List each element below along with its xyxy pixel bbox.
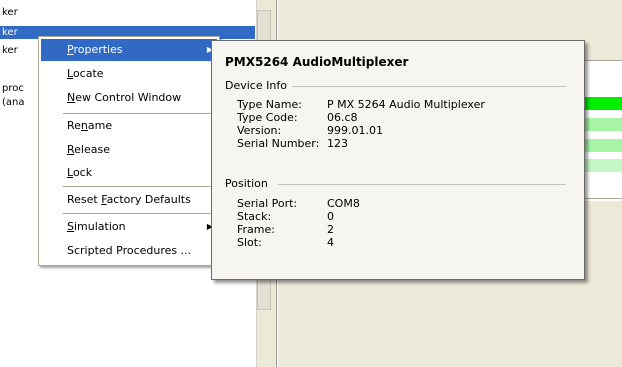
field-label: Version: bbox=[237, 124, 282, 137]
device-properties-tooltip: PMX5264 AudioMultiplexer Device Info Typ… bbox=[211, 40, 585, 280]
tree-item[interactable]: (ana bbox=[0, 96, 25, 109]
device-info-group-label: Device Info bbox=[225, 79, 287, 92]
field-label: Serial Number: bbox=[237, 137, 320, 150]
menu-item-label: Reset Factory Defaults bbox=[67, 193, 191, 206]
menu-item-rename[interactable]: Rename bbox=[41, 115, 217, 137]
context-menu: Properties ▶ Locate New Control Window R… bbox=[38, 36, 220, 266]
field-value: 123 bbox=[327, 137, 348, 150]
field-value: 999.01.01 bbox=[327, 124, 383, 137]
menu-item-label: Simulation bbox=[67, 220, 126, 233]
menu-item-simulation[interactable]: Simulation ▶ bbox=[41, 216, 217, 238]
field-label: Type Name: bbox=[237, 98, 302, 111]
field-label: Serial Port: bbox=[237, 197, 298, 210]
tree-item[interactable]: ker bbox=[0, 44, 18, 57]
menu-separator bbox=[63, 213, 217, 214]
tree-item[interactable]: proc bbox=[0, 82, 24, 95]
field-value: P MX 5264 Audio Multiplexer bbox=[327, 98, 485, 111]
field-label: Type Code: bbox=[237, 111, 298, 124]
menu-separator bbox=[63, 113, 217, 114]
field-value: 4 bbox=[327, 236, 334, 249]
menu-separator bbox=[63, 186, 217, 187]
menu-item-label: New Control Window bbox=[67, 91, 182, 104]
field-value: 06.c8 bbox=[327, 111, 358, 124]
field-value: 0 bbox=[327, 210, 334, 223]
tree-item[interactable]: ker bbox=[0, 6, 18, 19]
menu-item-scripted-procedures[interactable]: Scripted Procedures ... bbox=[41, 240, 217, 262]
menu-item-label: Properties bbox=[67, 43, 123, 56]
field-label: Slot: bbox=[237, 236, 262, 249]
menu-item-new-control-window[interactable]: New Control Window bbox=[41, 87, 217, 109]
group-divider bbox=[278, 184, 566, 185]
menu-item-properties[interactable]: Properties ▶ bbox=[41, 39, 217, 61]
menu-item-label: Scripted Procedures ... bbox=[67, 244, 192, 257]
menu-item-label: Locate bbox=[67, 67, 104, 80]
position-group-label: Position bbox=[225, 177, 268, 190]
menu-item-label: Rename bbox=[67, 119, 113, 132]
menu-item-lock[interactable]: Lock bbox=[41, 162, 217, 184]
field-label: Stack: bbox=[237, 210, 272, 223]
menu-item-label: Release bbox=[67, 143, 110, 156]
field-value: 2 bbox=[327, 223, 334, 236]
menu-item-reset-factory-defaults[interactable]: Reset Factory Defaults bbox=[41, 189, 217, 211]
group-divider bbox=[292, 86, 566, 87]
menu-item-release[interactable]: Release bbox=[41, 139, 217, 161]
field-value: COM8 bbox=[327, 197, 360, 210]
tooltip-title: PMX5264 AudioMultiplexer bbox=[225, 55, 409, 69]
field-label: Frame: bbox=[237, 223, 275, 236]
menu-item-locate[interactable]: Locate bbox=[41, 63, 217, 85]
menu-item-label: Lock bbox=[67, 166, 93, 179]
